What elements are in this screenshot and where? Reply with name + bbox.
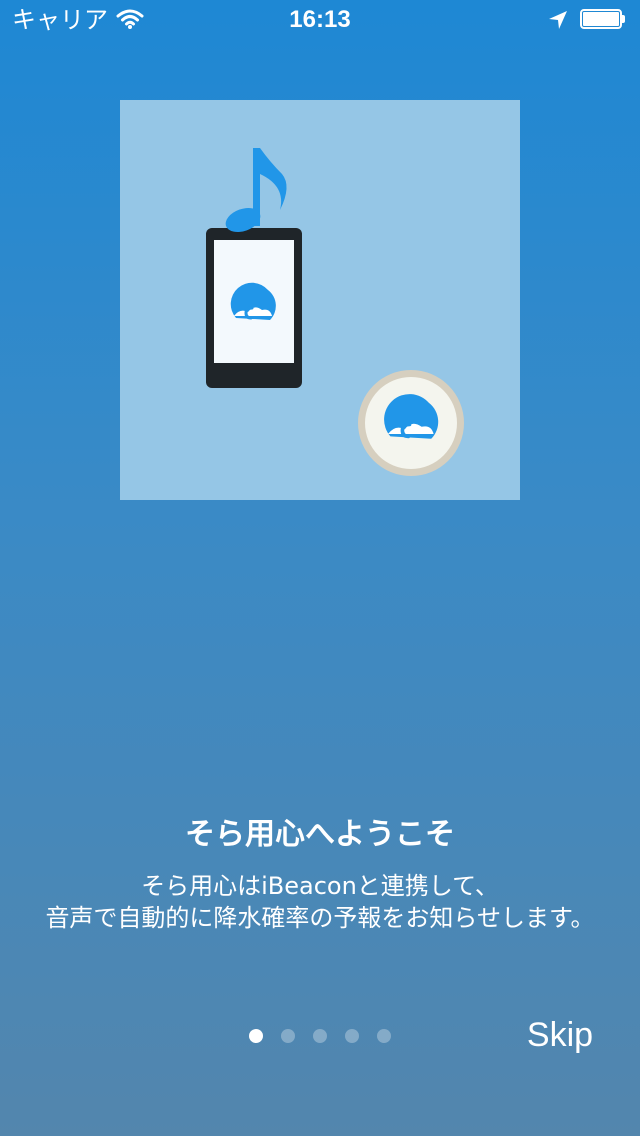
onboarding-title: そら用心へようこそ	[185, 817, 455, 852]
page-dot[interactable]	[249, 1029, 263, 1043]
page-dot[interactable]	[377, 1029, 391, 1043]
page-dot[interactable]	[281, 1029, 295, 1043]
status-bar: キャリア 16:13	[0, 0, 640, 40]
battery-fill	[583, 12, 619, 26]
music-note-icon	[225, 148, 287, 233]
illustration-graphic	[206, 148, 464, 476]
skip-button[interactable]: Skip	[510, 1012, 610, 1058]
description-line: 音声で自動的に降水確率の予報をお知らせします。	[45, 904, 595, 932]
smartphone-icon	[206, 228, 302, 388]
onboarding-description: そら用心はiBeaconと連携して、 音声で自動的に降水確率の予報をお知らせしま…	[0, 870, 640, 934]
status-time: 16:13	[289, 6, 351, 33]
battery-nub	[622, 15, 625, 23]
battery-indicator	[580, 9, 626, 29]
page-dot[interactable]	[313, 1029, 327, 1043]
beacon-device-icon	[358, 370, 464, 476]
description-line: そら用心はiBeaconと連携して、	[141, 872, 499, 900]
onboarding-illustration	[120, 100, 520, 500]
page-dot[interactable]	[345, 1029, 359, 1043]
location-arrow-icon	[549, 11, 567, 29]
